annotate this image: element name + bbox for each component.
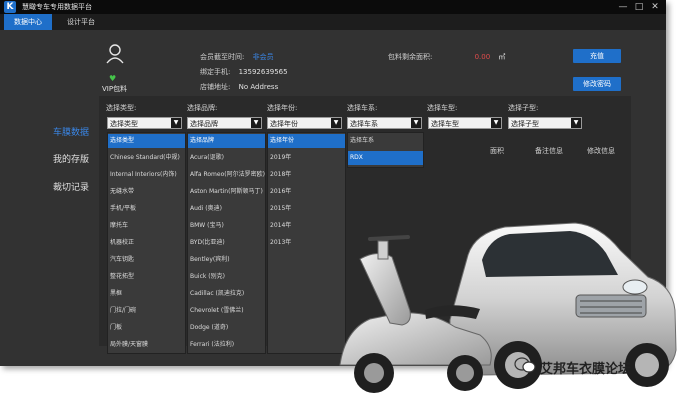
phone-label: 绑定手机: xyxy=(200,68,231,76)
window-title: 慧瞰专车专用数据平台 xyxy=(22,3,92,11)
column-header-modify: 修改信息 xyxy=(587,147,615,155)
address-value: No Address xyxy=(238,83,279,91)
dropdown-option[interactable]: Dodge (道奇) xyxy=(188,321,265,335)
maximize-icon[interactable]: □ xyxy=(632,0,646,14)
wechat-icon xyxy=(514,357,536,373)
address-row: 店铺地址: No Address xyxy=(200,82,278,92)
phone-row: 绑定手机: 13592639565 xyxy=(200,67,288,77)
dropdown-option[interactable]: 汽车钥匙 xyxy=(108,253,185,267)
dropdown-option[interactable]: Audi (奥迪) xyxy=(188,202,265,216)
recharge-button[interactable]: 充值 xyxy=(573,49,621,63)
brand-select-value: 选择品牌 xyxy=(190,120,218,128)
dropdown-option[interactable]: 手机/平板 xyxy=(108,202,185,216)
expire-value: 非会员 xyxy=(252,53,274,61)
chevron-down-icon: ▼ xyxy=(171,118,181,128)
series-dropdown-list: 选择车系 RDX xyxy=(347,132,424,168)
filter-label-series: 选择车系: xyxy=(347,104,378,112)
series-select[interactable]: 选择车系 ▼ xyxy=(347,117,422,129)
subtype-select-value: 选择子型 xyxy=(511,120,539,128)
series-select-value: 选择车系 xyxy=(350,120,378,128)
subtype-select[interactable]: 选择子型 ▼ xyxy=(508,117,582,129)
brand-dropdown-list: 选择品牌 Acura(讴歌) Alfa Romeo(阿尔法罗密欧) Aston … xyxy=(187,132,266,354)
sidebar-item-my-saved[interactable]: 我的存版 xyxy=(53,152,89,165)
brand-select[interactable]: 选择品牌 ▼ xyxy=(187,117,262,129)
title-bar: K 慧瞰专车专用数据平台 — □ ✕ xyxy=(0,0,666,14)
dropdown-option[interactable]: Alfa Romeo(阿尔法罗密欧) xyxy=(188,168,265,182)
dropdown-option[interactable]: BYD(比亚迪) xyxy=(188,236,265,250)
dropdown-option[interactable]: 2016年 xyxy=(268,185,345,199)
dropdown-option[interactable]: Chevrolet (雪佛兰) xyxy=(188,304,265,318)
expire-label: 会员截至时间: xyxy=(200,53,245,61)
type-dropdown-list: 选择类型 Chinese Standard(中规) Internal Inter… xyxy=(107,132,186,354)
dropdown-option[interactable]: 2015年 xyxy=(268,202,345,216)
dropdown-option[interactable]: 局外膜/天窗膜 xyxy=(108,338,185,352)
filter-label-year: 选择年份: xyxy=(267,104,298,112)
dropdown-option[interactable]: 2019年 xyxy=(268,151,345,165)
change-password-button[interactable]: 修改密码 xyxy=(573,77,621,91)
remaining-label: 包料剩余面积: xyxy=(388,53,433,61)
filter-label-type: 选择类型: xyxy=(106,104,137,112)
dropdown-option[interactable]: Cadillac (凯迪拉克) xyxy=(188,287,265,301)
model-select[interactable]: 选择车型 ▼ xyxy=(428,117,502,129)
dropdown-option[interactable]: 选择年份 xyxy=(268,134,345,148)
dropdown-option[interactable]: 选择品牌 xyxy=(188,134,265,148)
dropdown-option[interactable]: 黑框 xyxy=(108,287,185,301)
filter-label-model: 选择车型: xyxy=(427,104,458,112)
dropdown-option[interactable]: BMW (宝马) xyxy=(188,219,265,233)
remaining-unit: ㎡ xyxy=(498,53,506,61)
dropdown-option[interactable]: Chinese Standard(中规) xyxy=(108,151,185,165)
chevron-down-icon: ▼ xyxy=(331,118,341,128)
filter-label-subtype: 选择子型: xyxy=(508,104,539,112)
dropdown-option[interactable]: Bentley(宾利) xyxy=(188,253,265,267)
app-logo-icon: K xyxy=(4,1,16,13)
dropdown-option[interactable]: 门拉/门碗 xyxy=(108,304,185,318)
sidebar-item-cut-records[interactable]: 裁切记录 xyxy=(53,180,89,193)
dropdown-option[interactable]: Buick (别克) xyxy=(188,270,265,284)
chevron-down-icon: ▼ xyxy=(491,118,501,128)
phone-value: 13592639565 xyxy=(238,68,288,76)
expire-row: 会员截至时间: 非会员 xyxy=(200,52,274,62)
dropdown-option[interactable]: 选择车系 xyxy=(348,134,423,148)
dropdown-option[interactable]: 整花拓型 xyxy=(108,270,185,284)
remaining-row: 包料剩余面积: 0.00 ㎡ xyxy=(388,52,505,62)
dropdown-option[interactable]: 选择类型 xyxy=(108,134,185,148)
column-header-area: 面积 xyxy=(490,147,504,155)
dropdown-option[interactable]: 无缝水带 xyxy=(108,185,185,199)
type-select[interactable]: 选择类型 ▼ xyxy=(107,117,182,129)
sidebar-item-car-film-data[interactable]: 车膜数据 xyxy=(53,125,89,138)
tab-data-center[interactable]: 数据中心 xyxy=(4,14,52,30)
tab-bar: 数据中心 设计平台 xyxy=(0,14,666,30)
vip-badge-icon: ♥ xyxy=(109,74,117,83)
dropdown-option[interactable]: 摩托车 xyxy=(108,219,185,233)
dropdown-option[interactable]: Ferrari (法拉利) xyxy=(188,338,265,352)
watermark-text: 艾邦车衣膜论坛 xyxy=(540,362,632,377)
chevron-down-icon: ▼ xyxy=(251,118,261,128)
dropdown-option[interactable]: 2018年 xyxy=(268,168,345,182)
filter-label-brand: 选择品牌: xyxy=(187,104,218,112)
remaining-value: 0.00 xyxy=(474,53,491,61)
minimize-icon[interactable]: — xyxy=(616,0,630,14)
dropdown-option[interactable]: Internal Interiors(内饰) xyxy=(108,168,185,182)
type-select-value: 选择类型 xyxy=(110,120,138,128)
dropdown-option[interactable]: 机器校正 xyxy=(108,236,185,250)
dropdown-option[interactable]: Acura(讴歌) xyxy=(188,151,265,165)
vip-label: VIP包料 xyxy=(102,85,128,93)
chevron-down-icon: ▼ xyxy=(571,118,581,128)
dropdown-option[interactable]: RDX xyxy=(348,151,423,165)
dropdown-option[interactable]: 门板 xyxy=(108,321,185,335)
year-select-value: 选择年份 xyxy=(270,120,298,128)
avatar-icon xyxy=(106,44,124,64)
column-header-remark: 备注信息 xyxy=(535,147,563,155)
tab-design-platform[interactable]: 设计平台 xyxy=(56,14,106,30)
address-label: 店铺地址: xyxy=(200,83,231,91)
model-select-value: 选择车型 xyxy=(431,120,459,128)
chevron-down-icon: ▼ xyxy=(411,118,421,128)
year-select[interactable]: 选择年份 ▼ xyxy=(267,117,342,129)
close-icon[interactable]: ✕ xyxy=(648,0,662,14)
dropdown-option[interactable]: Aston Martin(阿斯顿马丁) xyxy=(188,185,265,199)
